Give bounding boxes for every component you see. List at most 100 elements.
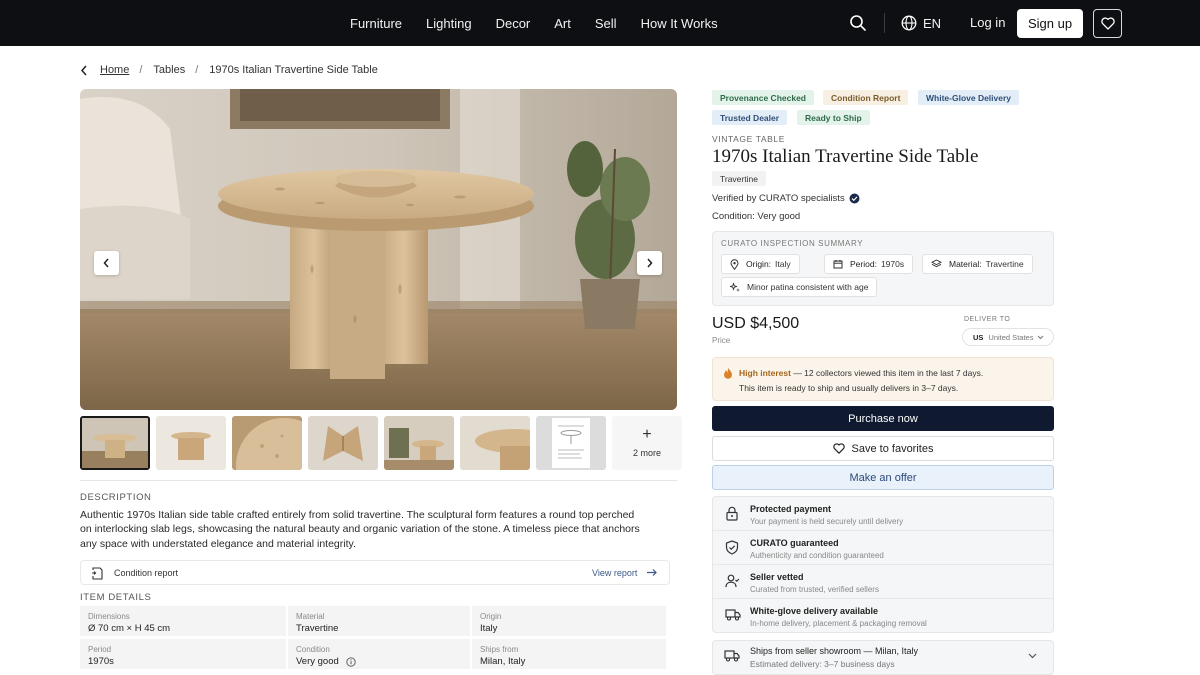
truck-icon — [725, 609, 741, 621]
nav-link-lighting[interactable]: Lighting — [426, 16, 472, 31]
detail-value: Travertine — [296, 623, 339, 634]
thumbnail-2[interactable] — [156, 416, 226, 470]
badge-provenance: Provenance Checked — [712, 90, 814, 105]
origin-value: Italy — [775, 259, 791, 269]
breadcrumb-tables[interactable]: Tables — [153, 64, 185, 76]
nav-link-furniture[interactable]: Furniture — [350, 16, 402, 31]
info-icon[interactable] — [346, 657, 356, 667]
thumbnail-4[interactable] — [308, 416, 378, 470]
nav-link-sell[interactable]: Sell — [595, 16, 617, 31]
condition-report-label: Condition report — [114, 568, 179, 578]
search-icon[interactable] — [849, 14, 867, 32]
detail-key: Dimensions — [88, 612, 130, 621]
language-selector[interactable]: EN — [901, 14, 941, 32]
globe-icon — [901, 15, 917, 31]
condition-report-row[interactable]: Condition report View report — [80, 560, 670, 585]
chevron-down-icon — [1028, 653, 1037, 659]
trust-item-guaranteed: CURATO guaranteed Authenticity and condi… — [713, 531, 1053, 565]
origin-pill: Origin: Italy — [721, 254, 800, 274]
verified-line: Verified by CURATO specialists — [712, 193, 860, 204]
period-pill: Period: 1970s — [824, 254, 914, 274]
location-pin-icon — [730, 258, 739, 270]
top-nav: Furniture Lighting Decor Art Sell How It… — [0, 0, 1200, 46]
detail-value: Milan, Italy — [480, 656, 526, 667]
nav-link-decor[interactable]: Decor — [496, 16, 531, 31]
verified-text: Verified by CURATO specialists — [712, 193, 845, 204]
material-pill: Material: Travertine — [922, 254, 1033, 274]
truck-icon — [724, 650, 740, 662]
detail-value: 1970s — [88, 656, 114, 667]
detail-dimensions: Dimensions Ø 70 cm × H 45 cm — [80, 606, 286, 636]
inspection-heading: CURATO INSPECTION SUMMARY — [721, 239, 864, 248]
badge-condition-report: Condition Report — [823, 90, 909, 105]
badge-trusted-dealer: Trusted Dealer — [712, 110, 788, 125]
chevron-left-icon[interactable] — [80, 65, 88, 76]
deliver-to-label: DELIVER TO — [964, 316, 1011, 323]
signup-button[interactable]: Sign up — [1017, 9, 1083, 38]
detail-condition: Condition Very good — [288, 639, 470, 669]
description-line: on interlocking slab legs, showcasing th… — [80, 523, 640, 536]
login-link[interactable]: Log in — [970, 15, 1005, 30]
product-category: VINTAGE TABLE — [712, 134, 785, 144]
lock-icon — [726, 506, 738, 521]
save-to-favorites-button[interactable]: Save to favorites — [712, 436, 1054, 461]
purchase-now-button[interactable]: Purchase now — [712, 406, 1054, 431]
detail-key: Material — [296, 612, 325, 621]
fire-icon — [724, 367, 732, 379]
trust-item-white-glove: White-glove delivery available In-home d… — [713, 599, 1053, 633]
more-images-button[interactable]: + 2 more — [612, 416, 682, 470]
interest-highlight: High interest — [739, 368, 791, 378]
trust-subtitle: Curated from trusted, verified sellers — [750, 585, 879, 594]
calendar-icon — [833, 260, 843, 269]
badge-white-glove: White-Glove Delivery — [918, 90, 1020, 105]
nav-divider — [884, 13, 885, 33]
shipping-accordion[interactable]: Ships from seller showroom — Milan, Ital… — [712, 640, 1054, 675]
trust-title: Seller vetted — [750, 572, 804, 582]
country-code: US — [973, 332, 984, 342]
trust-panel: Protected payment Your payment is held s… — [712, 496, 1054, 633]
trust-title: White-glove delivery available — [750, 606, 879, 616]
report-icon — [92, 567, 103, 580]
trust-subtitle: In-home delivery, placement & packaging … — [750, 619, 927, 628]
nav-link-art[interactable]: Art — [554, 16, 571, 31]
nav-link-how-it-works[interactable]: How It Works — [641, 16, 718, 31]
make-offer-button[interactable]: Make an offer — [712, 465, 1054, 490]
view-report-link[interactable]: View report — [592, 568, 637, 578]
description-heading: DESCRIPTION — [80, 492, 152, 503]
detail-material: Material Travertine — [288, 606, 470, 636]
thumbnail-7-document[interactable] — [536, 416, 606, 470]
interest-line-2: This item is ready to ship and usually d… — [739, 383, 959, 393]
sparkle-icon — [730, 282, 740, 292]
thumbnail-5[interactable] — [384, 416, 454, 470]
divider — [80, 480, 677, 481]
thumbnail-3[interactable] — [232, 416, 302, 470]
description-line: any space with understated elegance and … — [80, 537, 356, 550]
material-key: Material: — [949, 259, 982, 269]
detail-value: Ø 70 cm × H 45 cm — [88, 623, 171, 634]
high-interest-notice: High interest — 12 collectors viewed thi… — [712, 357, 1054, 401]
country-select[interactable]: US United States — [962, 328, 1054, 346]
origin-key: Origin: — [746, 259, 772, 269]
trust-title: CURATO guaranteed — [750, 538, 839, 548]
detail-origin: Origin Italy — [472, 606, 666, 636]
previous-image-button[interactable] — [94, 251, 119, 275]
nav-links: Furniture Lighting Decor Art Sell How It… — [350, 0, 742, 46]
material-value: Travertine — [985, 259, 1024, 269]
patina-note: Minor patina consistent with age — [747, 282, 869, 292]
thumbnail-6[interactable] — [460, 416, 530, 470]
heart-icon — [1100, 17, 1115, 30]
breadcrumb-separator: / — [139, 64, 143, 76]
next-image-button[interactable] — [637, 251, 662, 275]
chevron-left-icon — [103, 258, 109, 268]
layers-icon — [931, 259, 942, 268]
thumbnail-1[interactable] — [80, 416, 150, 470]
inspection-summary: CURATO INSPECTION SUMMARY Origin: Italy … — [712, 231, 1054, 306]
detail-key: Condition — [296, 645, 330, 654]
period-key: Period: — [850, 259, 877, 269]
product-title: 1970s Italian Travertine Side Table — [712, 146, 979, 167]
heart-icon — [832, 443, 845, 454]
breadcrumb-home[interactable]: Home — [100, 64, 129, 76]
patina-note-pill: Minor patina consistent with age — [721, 277, 878, 297]
wishlist-button[interactable] — [1093, 9, 1122, 38]
breadcrumb-current: 1970s Italian Travertine Side Table — [209, 64, 378, 76]
